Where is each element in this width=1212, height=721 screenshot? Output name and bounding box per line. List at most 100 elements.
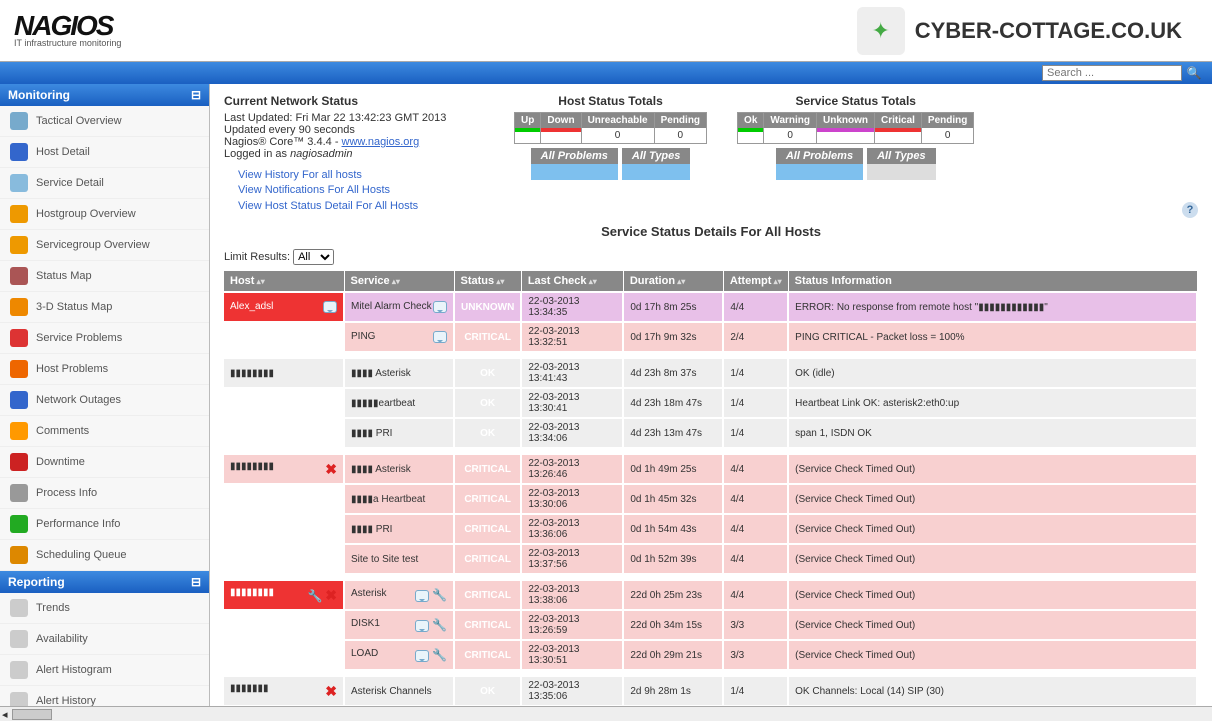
help-icon[interactable]: ?	[1182, 202, 1198, 218]
wrench-icon[interactable]: 🔧	[432, 618, 447, 632]
col-duration[interactable]: Duration	[623, 271, 723, 292]
link-history[interactable]: View History For all hosts	[238, 168, 484, 183]
col-service[interactable]: Service	[344, 271, 454, 292]
sidebar-item[interactable]: Tactical Overview	[0, 106, 209, 137]
svc-pending[interactable]: 0	[922, 128, 973, 143]
comment-icon[interactable]	[415, 620, 429, 632]
cell-last: 22-03-2013 13:35:06	[521, 676, 623, 706]
cell-host[interactable]: ▮▮▮▮▮▮▮▮ ✖	[224, 454, 344, 484]
sidebar-icon	[10, 391, 28, 409]
host-down[interactable]	[541, 128, 580, 132]
sidebar-item[interactable]: Alert Histogram	[0, 655, 209, 686]
sidebar-item[interactable]: Servicegroup Overview	[0, 230, 209, 261]
x-icon[interactable]: ✖	[325, 683, 337, 699]
sidebar-item[interactable]: Hostgroup Overview	[0, 199, 209, 230]
wrench-icon[interactable]: 🔧	[432, 588, 447, 602]
col-status[interactable]: Status	[454, 271, 521, 292]
collapse-icon[interactable]: ⊟	[191, 88, 201, 102]
cell-duration: 4d 23h 18m 47s	[623, 388, 723, 418]
limit-select[interactable]: All50100250	[293, 249, 334, 265]
host-pending[interactable]: 0	[655, 128, 706, 143]
x-icon[interactable]: ✖	[325, 587, 337, 603]
cell-attempt: 4/4	[723, 454, 788, 484]
sidebar-monitoring-hdr[interactable]: Monitoring⊟	[0, 84, 209, 106]
svc-unknown[interactable]	[817, 128, 874, 132]
col-info[interactable]: Status Information	[788, 271, 1197, 292]
cell-attempt: 4/4	[723, 484, 788, 514]
comment-icon[interactable]	[433, 331, 447, 343]
sidebar-label: Scheduling Queue	[36, 549, 127, 561]
svc-ok[interactable]	[738, 128, 763, 132]
svc-critical[interactable]	[875, 128, 921, 132]
sidebar-item[interactable]: 3-D Status Map	[0, 292, 209, 323]
cell-host[interactable]: ▮▮▮▮▮▮▮▮ 🔧 ✖	[224, 580, 344, 610]
cell-service[interactable]: Asterisk Channels	[344, 676, 454, 706]
sidebar-icon	[10, 484, 28, 502]
col-host[interactable]: Host	[224, 271, 344, 292]
cell-last: 22-03-2013 13:30:06	[521, 484, 623, 514]
cell-service[interactable]: ▮▮▮▮a Heartbeat	[344, 484, 454, 514]
search-icon[interactable]: 🔍	[1186, 65, 1202, 81]
cell-host[interactable]: Alex_adsl	[224, 292, 344, 322]
sidebar-item[interactable]: Host Problems	[0, 354, 209, 385]
wrench-icon[interactable]: 🔧	[308, 589, 323, 603]
sidebar-item[interactable]: Host Detail	[0, 137, 209, 168]
cell-service[interactable]: ▮▮▮▮ PRI	[344, 418, 454, 447]
cell-service[interactable]: LOAD 🔧	[344, 640, 454, 669]
cell-service[interactable]: Asterisk 🔧	[344, 580, 454, 610]
host-unreachable[interactable]: 0	[582, 128, 654, 143]
cell-status: CRITICAL	[454, 610, 521, 640]
h-scrollbar[interactable]: ◂	[0, 706, 1212, 721]
host-all-types[interactable]	[622, 164, 691, 180]
x-icon[interactable]: ✖	[325, 461, 337, 477]
sidebar-item[interactable]: Scheduling Queue	[0, 540, 209, 571]
cell-service[interactable]: PING	[344, 322, 454, 351]
cell-service[interactable]: DISK1 🔧	[344, 610, 454, 640]
svc-all-problems[interactable]	[776, 164, 863, 180]
comment-icon[interactable]	[323, 301, 337, 313]
cell-duration: 0d 17h 8m 25s	[623, 292, 723, 322]
sidebar-item[interactable]: Service Detail	[0, 168, 209, 199]
cell-service[interactable]: ▮▮▮▮ PRI	[344, 514, 454, 544]
sidebar-item[interactable]: Trends	[0, 593, 209, 624]
comment-icon[interactable]	[433, 301, 447, 313]
cell-attempt: 4/4	[723, 292, 788, 322]
svc-warning[interactable]: 0	[764, 128, 816, 143]
host-all-problems[interactable]	[531, 164, 618, 180]
link-host-status[interactable]: View Host Status Detail For All Hosts	[238, 199, 484, 214]
wrench-icon[interactable]: 🔧	[432, 648, 447, 662]
sidebar-item[interactable]: Status Map	[0, 261, 209, 292]
cell-service[interactable]: ▮▮▮▮ Asterisk	[344, 358, 454, 388]
sidebar-label: Service Problems	[36, 332, 122, 344]
sidebar-item[interactable]: Performance Info	[0, 509, 209, 540]
cell-status: UNKNOWN	[454, 292, 521, 322]
cell-info: (Service Check Timed Out)	[788, 580, 1197, 610]
svc-all-types[interactable]	[867, 164, 936, 180]
cell-service[interactable]: Mitel Alarm Check	[344, 292, 454, 322]
col-last[interactable]: Last Check	[521, 271, 623, 292]
sidebar-item[interactable]: Downtime	[0, 447, 209, 478]
collapse-icon[interactable]: ⊟	[191, 575, 201, 589]
sidebar-item[interactable]: Availability	[0, 624, 209, 655]
cell-info: (Service Check Timed Out)	[788, 544, 1197, 573]
cell-service[interactable]: Site to Site test	[344, 544, 454, 573]
comment-icon[interactable]	[415, 590, 429, 602]
cell-service[interactable]: ▮▮▮▮ Asterisk	[344, 454, 454, 484]
nagios-link[interactable]: www.nagios.org	[342, 136, 420, 148]
comment-icon[interactable]	[415, 650, 429, 662]
cell-service[interactable]: ▮▮▮▮▮eartbeat	[344, 388, 454, 418]
host-up[interactable]	[515, 128, 540, 132]
sidebar-label: Tactical Overview	[36, 115, 122, 127]
sidebar-item[interactable]: Service Problems	[0, 323, 209, 354]
cell-host[interactable]: ▮▮▮▮▮▮▮ ✖	[224, 676, 344, 706]
cell-host[interactable]: ▮▮▮▮▮▮▮▮	[224, 358, 344, 388]
sidebar-item[interactable]: Network Outages	[0, 385, 209, 416]
sidebar-reporting-hdr[interactable]: Reporting⊟	[0, 571, 209, 593]
cell-info: OK (idle)	[788, 358, 1197, 388]
link-notifications[interactable]: View Notifications For All Hosts	[238, 183, 484, 198]
col-attempt[interactable]: Attempt	[723, 271, 788, 292]
cell-duration: 4d 23h 13m 47s	[623, 418, 723, 447]
search-input[interactable]	[1042, 65, 1182, 81]
sidebar-item[interactable]: Comments	[0, 416, 209, 447]
sidebar-item[interactable]: Process Info	[0, 478, 209, 509]
